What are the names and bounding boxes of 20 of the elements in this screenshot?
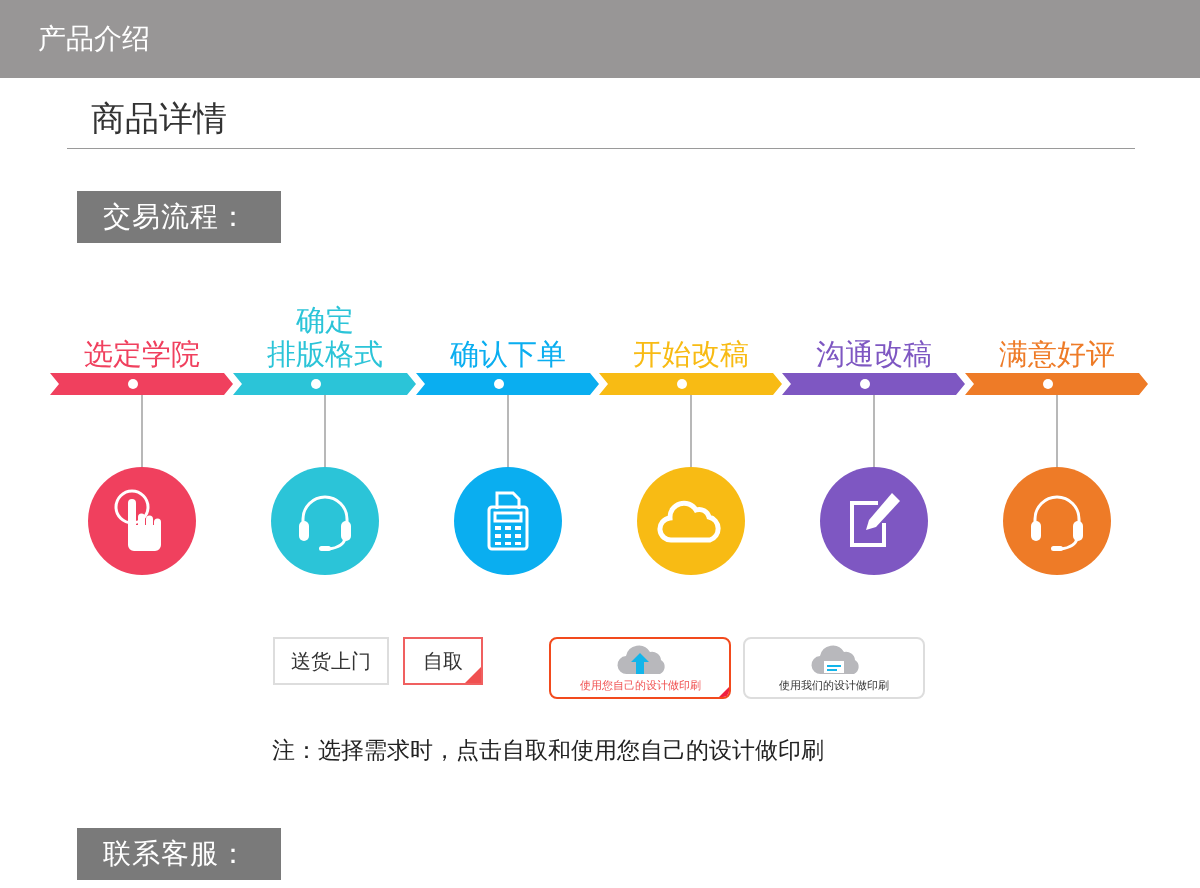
step-label: 开始改稿: [632, 337, 749, 371]
corner-mark: [465, 667, 481, 683]
section-label: 联系客服：: [77, 828, 281, 880]
step-label: 确定: [295, 303, 354, 337]
step-label: 确认下单: [449, 337, 566, 371]
design-option-button[interactable]: 使用我们的设计做印刷: [743, 637, 925, 699]
step-label: 排版格式: [266, 337, 383, 371]
section-label: 交易流程：: [77, 191, 281, 243]
step-label: 选定学院: [83, 337, 200, 371]
cloud-document-icon: [809, 643, 859, 676]
header-title: 产品介绍: [38, 21, 150, 57]
check-corner-mark: [719, 687, 729, 697]
delivery-option-button[interactable]: 自取: [403, 637, 483, 685]
step-label: 满意好评: [998, 337, 1115, 371]
step-label: 沟通改稿: [815, 337, 932, 371]
design-option-button[interactable]: 使用您自己的设计做印刷: [549, 637, 731, 699]
page-title: 商品详情: [91, 98, 227, 138]
cloud-upload-icon: [615, 643, 665, 676]
delivery-option-button[interactable]: 送货上门: [273, 637, 389, 685]
note-text: 注：选择需求时，点击自取和使用您自己的设计做印刷: [272, 736, 825, 765]
